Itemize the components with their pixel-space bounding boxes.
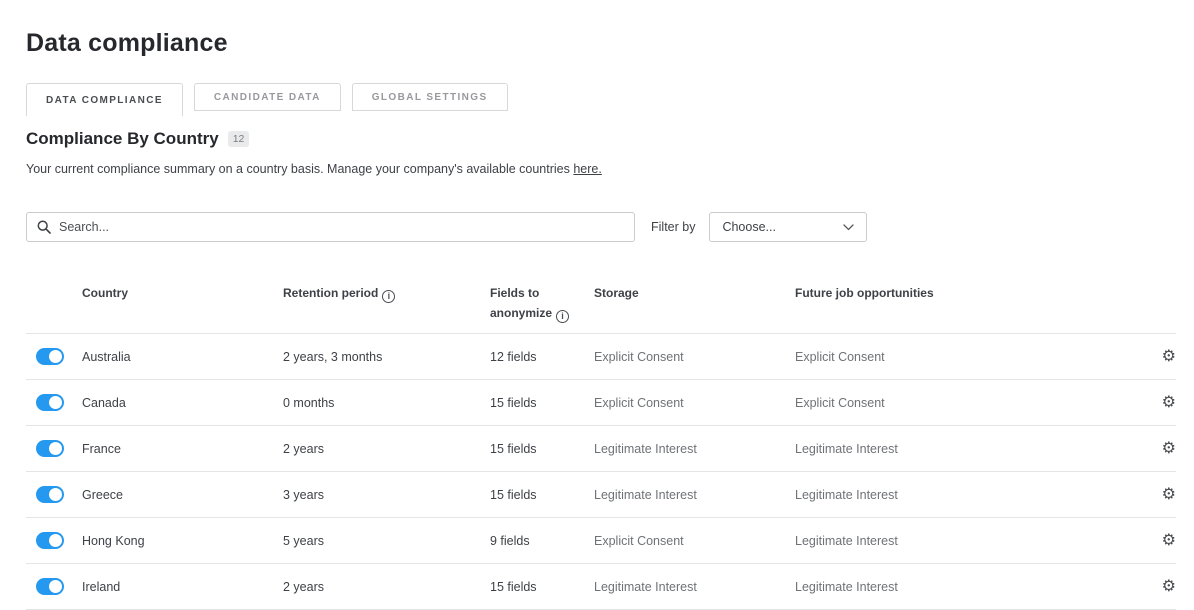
- retention-period-value: 3 years: [283, 488, 490, 502]
- column-header-fields: Fields to anonymizei: [490, 283, 594, 323]
- section-heading: Compliance By Country: [26, 130, 219, 148]
- country-name: Canada: [82, 396, 283, 410]
- table-row: France 2 years 15 fields Legitimate Inte…: [26, 426, 1176, 472]
- retention-period-value: 2 years: [283, 442, 490, 456]
- country-toggle[interactable]: [36, 578, 64, 595]
- fields-to-anonymize-value: 15 fields: [490, 396, 594, 410]
- column-header-storage: Storage: [594, 283, 795, 303]
- gear-icon[interactable]: ⚙: [1154, 487, 1176, 503]
- description-text: Your current compliance summary on a cou…: [26, 162, 573, 176]
- storage-value: Explicit Consent: [594, 350, 795, 364]
- fields-to-anonymize-value: 15 fields: [490, 488, 594, 502]
- country-name: Australia: [82, 350, 283, 364]
- filter-by-label: Filter by: [651, 220, 695, 234]
- future-job-opportunities-value: Legitimate Interest: [795, 488, 1154, 502]
- table-row: Hong Kong 5 years 9 fields Explicit Cons…: [26, 518, 1176, 564]
- toggle-knob: [49, 488, 62, 501]
- tab-data-compliance[interactable]: DATA COMPLIANCE: [26, 83, 183, 116]
- fields-to-anonymize-value: 9 fields: [490, 534, 594, 548]
- toggle-cell: [26, 578, 82, 595]
- storage-value: Explicit Consent: [594, 396, 795, 410]
- table-row: Ireland 2 years 15 fields Legitimate Int…: [26, 564, 1176, 610]
- tab-global-settings[interactable]: GLOBAL SETTINGS: [352, 83, 508, 111]
- actions-cell: ⚙: [1154, 441, 1176, 457]
- country-toggle[interactable]: [36, 348, 64, 365]
- search-box: [26, 212, 635, 242]
- actions-cell: ⚙: [1154, 395, 1176, 411]
- table-body: Australia 2 years, 3 months 12 fields Ex…: [26, 334, 1176, 610]
- country-toggle[interactable]: [36, 394, 64, 411]
- actions-cell: ⚙: [1154, 579, 1176, 595]
- country-name: Greece: [82, 488, 283, 502]
- table-header-row: Country Retention periodi Fields to anon…: [26, 283, 1176, 334]
- gear-icon[interactable]: ⚙: [1154, 349, 1176, 365]
- country-toggle[interactable]: [36, 486, 64, 503]
- gear-icon[interactable]: ⚙: [1154, 579, 1176, 595]
- actions-cell: ⚙: [1154, 533, 1176, 549]
- filter-select[interactable]: Choose...: [709, 212, 867, 242]
- toggle-cell: [26, 532, 82, 549]
- future-job-opportunities-value: Legitimate Interest: [795, 442, 1154, 456]
- retention-period-value: 0 months: [283, 396, 490, 410]
- future-job-opportunities-value: Explicit Consent: [795, 350, 1154, 364]
- gear-icon[interactable]: ⚙: [1154, 395, 1176, 411]
- tab-candidate-data[interactable]: CANDIDATE DATA: [194, 83, 341, 111]
- country-name: Ireland: [82, 580, 283, 594]
- future-job-opportunities-value: Explicit Consent: [795, 396, 1154, 410]
- storage-value: Explicit Consent: [594, 534, 795, 548]
- fields-to-anonymize-value: 15 fields: [490, 580, 594, 594]
- column-header-retention: Retention periodi: [283, 283, 490, 303]
- section-description: Your current compliance summary on a cou…: [26, 162, 1176, 176]
- search-input[interactable]: [26, 212, 635, 242]
- controls-row: Filter by Choose...: [26, 212, 1176, 242]
- toggle-knob: [49, 350, 62, 363]
- chevron-down-icon: [843, 224, 854, 231]
- toggle-knob: [49, 580, 62, 593]
- gear-icon[interactable]: ⚙: [1154, 533, 1176, 549]
- toggle-cell: [26, 486, 82, 503]
- country-name: Hong Kong: [82, 534, 283, 548]
- storage-value: Legitimate Interest: [594, 580, 795, 594]
- fields-to-anonymize-value: 12 fields: [490, 350, 594, 364]
- count-badge: 12: [228, 131, 250, 148]
- retention-period-value: 2 years: [283, 580, 490, 594]
- column-header-future: Future job opportunities: [795, 283, 1154, 303]
- table-row: Canada 0 months 15 fields Explicit Conse…: [26, 380, 1176, 426]
- actions-cell: ⚙: [1154, 487, 1176, 503]
- table-row: Australia 2 years, 3 months 12 fields Ex…: [26, 334, 1176, 380]
- toggle-knob: [49, 442, 62, 455]
- search-icon: [37, 220, 51, 234]
- retention-period-value: 5 years: [283, 534, 490, 548]
- info-icon[interactable]: i: [382, 290, 395, 303]
- toggle-cell: [26, 394, 82, 411]
- data-compliance-page: Data compliance DATA COMPLIANCE CANDIDATE…: [0, 26, 1194, 610]
- storage-value: Legitimate Interest: [594, 488, 795, 502]
- info-icon[interactable]: i: [556, 310, 569, 323]
- actions-cell: ⚙: [1154, 349, 1176, 365]
- fields-to-anonymize-value: 15 fields: [490, 442, 594, 456]
- gear-icon[interactable]: ⚙: [1154, 441, 1176, 457]
- tab-bar: DATA COMPLIANCE CANDIDATE DATA GLOBAL SETT…: [26, 83, 1176, 116]
- page-title: Data compliance: [26, 26, 1176, 60]
- future-job-opportunities-value: Legitimate Interest: [795, 534, 1154, 548]
- toggle-knob: [49, 396, 62, 409]
- retention-period-value: 2 years, 3 months: [283, 350, 490, 364]
- table-row: Greece 3 years 15 fields Legitimate Inte…: [26, 472, 1176, 518]
- storage-value: Legitimate Interest: [594, 442, 795, 456]
- country-name: France: [82, 442, 283, 456]
- country-toggle[interactable]: [36, 532, 64, 549]
- filter-select-value: Choose...: [722, 220, 776, 234]
- toggle-cell: [26, 440, 82, 457]
- toggle-knob: [49, 534, 62, 547]
- manage-countries-link[interactable]: here.: [573, 162, 602, 176]
- compliance-table: Country Retention periodi Fields to anon…: [26, 283, 1176, 610]
- column-header-country: Country: [82, 283, 283, 303]
- future-job-opportunities-value: Legitimate Interest: [795, 580, 1154, 594]
- country-toggle[interactable]: [36, 440, 64, 457]
- toggle-cell: [26, 348, 82, 365]
- section-header: Compliance By Country 12: [26, 130, 1176, 148]
